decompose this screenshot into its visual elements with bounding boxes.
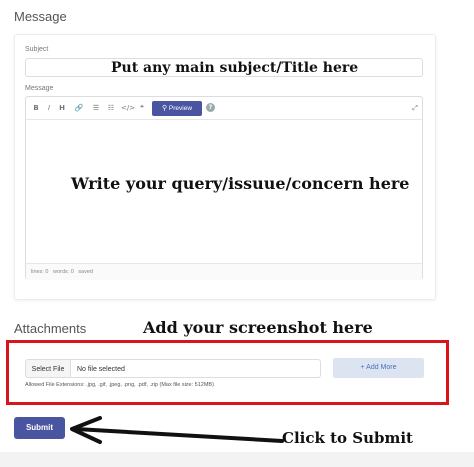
footer-bar bbox=[0, 452, 474, 467]
ordered-list-icon[interactable]: ☷ bbox=[106, 102, 116, 114]
preview-button[interactable]: ⚲ Preview bbox=[152, 101, 202, 116]
editor-toolbar: B I H 🔗 ☰ ☷ </> ❝ ⚲ Preview ? ⤢ bbox=[26, 97, 422, 120]
subject-annotation: Put any main subject/Title here bbox=[111, 60, 359, 76]
search-icon: ⚲ bbox=[161, 105, 168, 112]
quote-icon[interactable]: ❝ bbox=[137, 102, 147, 114]
unordered-list-icon[interactable]: ☰ bbox=[91, 102, 101, 114]
add-more-button[interactable]: + Add More bbox=[333, 358, 424, 378]
submit-annotation: Click to Submit bbox=[282, 429, 413, 447]
file-name-field: No file selected bbox=[70, 359, 321, 378]
attachments-section-title: Attachments bbox=[14, 321, 87, 336]
code-icon[interactable]: </> bbox=[121, 102, 135, 114]
message-annotation: Write your query/issuue/concern here bbox=[71, 174, 410, 193]
message-section-title: Message bbox=[14, 9, 67, 24]
select-file-button[interactable]: Select File bbox=[25, 359, 71, 378]
allowed-extensions-info: Allowed File Extensions: .jpg, .gif, .jp… bbox=[25, 382, 214, 388]
arrow-icon bbox=[70, 416, 284, 444]
bold-icon[interactable]: B bbox=[31, 102, 41, 114]
message-label: Message bbox=[25, 85, 54, 92]
fullscreen-icon[interactable]: ⤢ bbox=[410, 102, 420, 114]
saved-status: saved bbox=[78, 269, 93, 275]
italic-icon[interactable]: I bbox=[44, 102, 54, 114]
editor-statusbar: lines: 0 words: 0 saved bbox=[26, 263, 422, 280]
link-icon[interactable]: 🔗 bbox=[74, 102, 84, 114]
subject-label: Subject bbox=[25, 46, 49, 53]
lines-count: lines: 0 bbox=[31, 269, 49, 275]
words-count: words: 0 bbox=[52, 269, 74, 275]
submit-button[interactable]: Submit bbox=[14, 417, 65, 439]
help-icon[interactable]: ? bbox=[206, 103, 215, 112]
heading-icon[interactable]: H bbox=[57, 102, 67, 114]
attachments-annotation: Add your screenshot here bbox=[143, 318, 373, 337]
preview-label: Preview bbox=[168, 105, 193, 112]
